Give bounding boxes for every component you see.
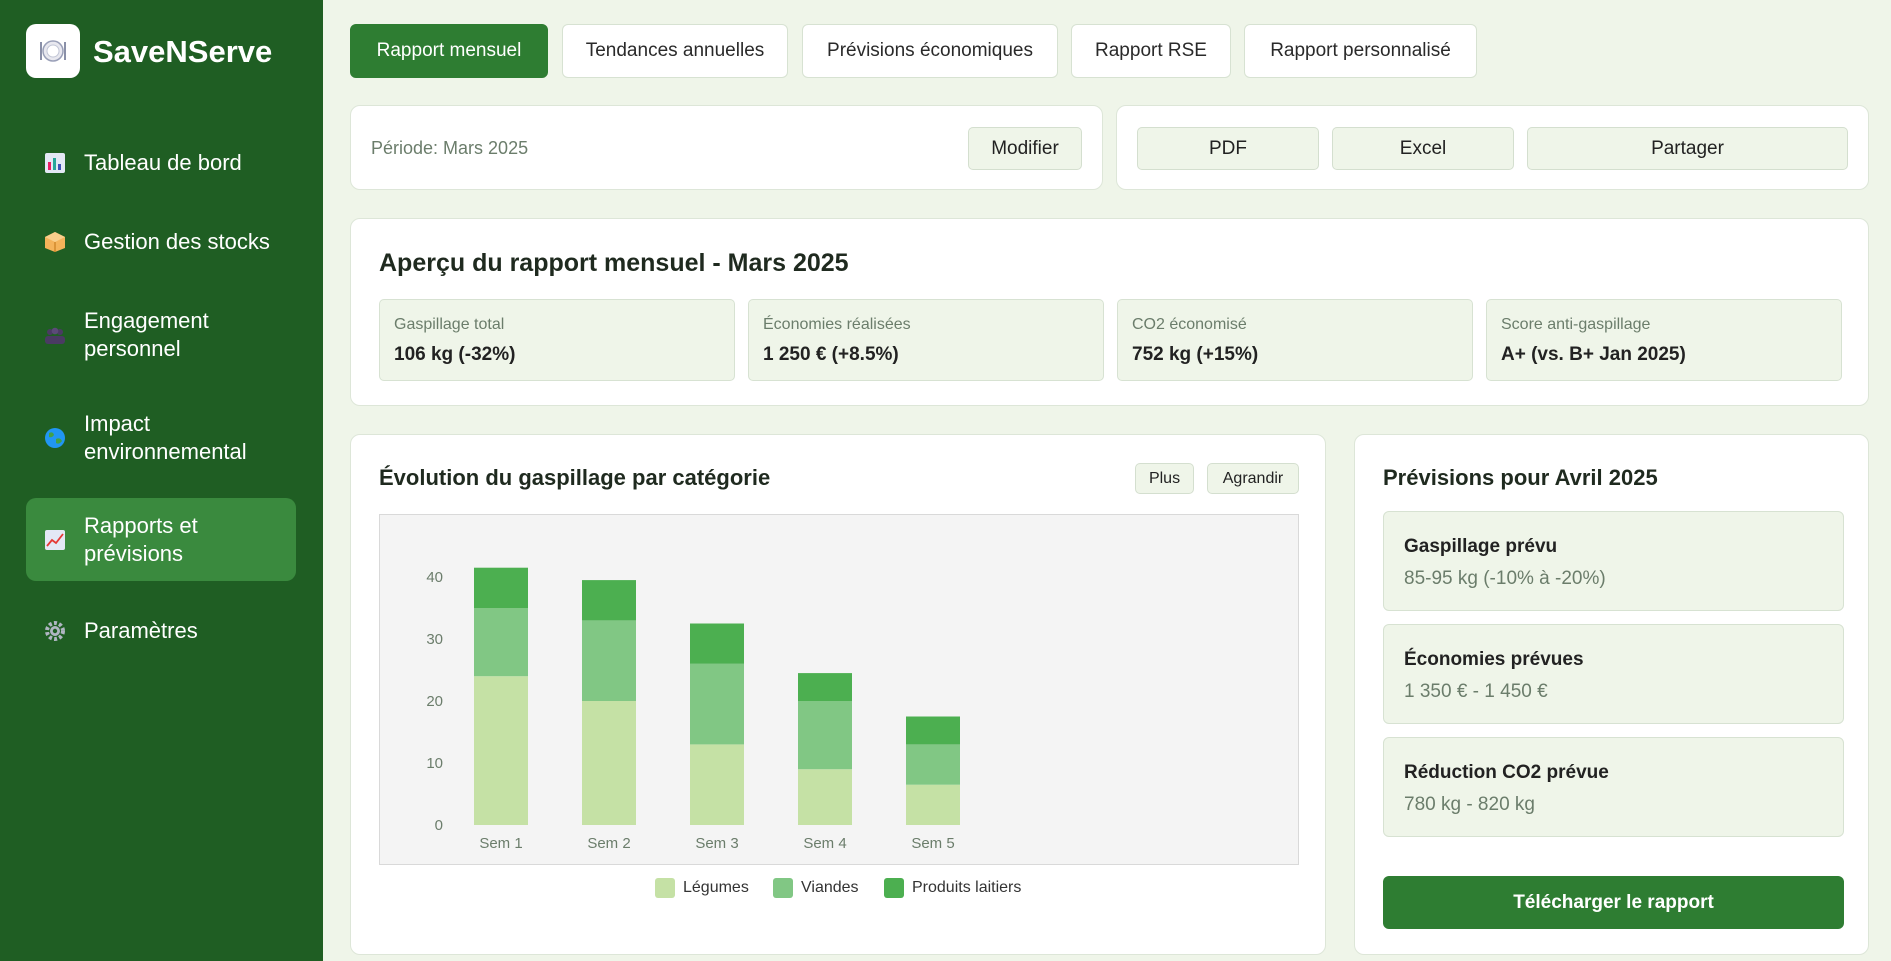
period-label: Période: Mars 2025 [371, 138, 529, 158]
chart-card: Évolution du gaspillage par catégorie Pl… [350, 434, 1326, 955]
download-report-button[interactable]: Télécharger le rapport [1383, 876, 1844, 929]
sidebar-item-label: Gestion des stocks [84, 229, 270, 254]
forecast-waste: Gaspillage prévu 85-95 kg (-10% à -20%) [1383, 511, 1844, 611]
legend-label: Légumes [683, 879, 749, 896]
bar-segment [690, 744, 744, 825]
period-card: Période: Mars 2025 Modifier [350, 105, 1103, 190]
legend-label: Produits laitiers [912, 879, 1022, 896]
sidebar-item-label: Impact environnemental [84, 411, 247, 464]
stat-value: 1 250 € (+8.5%) [763, 344, 899, 365]
stat-value: 106 kg (-32%) [394, 344, 516, 365]
x-tick-label: Sem 2 [587, 835, 630, 852]
bar-segment [798, 701, 852, 770]
x-tick-label: Sem 4 [803, 835, 846, 852]
legend-item-meats: Viandes [773, 878, 859, 898]
excel-button[interactable]: Excel [1332, 127, 1514, 170]
modify-period-button[interactable]: Modifier [968, 127, 1082, 170]
bar-segment [690, 663, 744, 745]
bar-segment [582, 620, 636, 701]
forecast-label: Économies prévues [1404, 649, 1584, 670]
sidebar-item-label: Rapports et prévisions [84, 513, 198, 566]
forecast-savings: Économies prévues 1 350 € - 1 450 € [1383, 624, 1844, 724]
bar-segment [582, 701, 636, 825]
sidebar: SaveNServe Tableau de bord Gestion des s… [0, 0, 323, 961]
bar-segment [798, 673, 852, 701]
legend-item-dairy: Produits laitiers [884, 878, 1021, 898]
pdf-button[interactable]: PDF [1137, 127, 1319, 170]
legend-item-vegetables: Légumes [655, 878, 749, 898]
sidebar-item-stocks[interactable]: Gestion des stocks [26, 214, 296, 270]
forecast-label: Gaspillage prévu [1404, 536, 1558, 557]
waste-bar-chart: 0 10 20 30 40 Sem 1 Sem 2 Sem 3 Sem 4 Sem 5 [426, 567, 960, 852]
plate-cutlery-icon [26, 24, 80, 78]
legend-swatch [884, 878, 904, 898]
tab-economic-forecast[interactable]: Prévisions économiques [802, 24, 1058, 78]
y-tick-label: 30 [426, 631, 443, 648]
bar-segment [906, 744, 960, 785]
y-tick-label: 20 [426, 693, 443, 710]
share-button[interactable]: Partager [1527, 127, 1848, 170]
stat-label: CO2 économisé [1132, 316, 1247, 333]
export-card: PDF Excel Partager [1116, 105, 1869, 190]
stat-label: Économies réalisées [763, 316, 911, 333]
more-button[interactable]: Plus [1135, 463, 1194, 494]
y-tick-label: 40 [426, 569, 443, 586]
sidebar-item-label: Engagement personnel [84, 308, 209, 361]
forecast-value: 780 kg - 820 kg [1404, 794, 1535, 815]
sidebar-item-reports[interactable]: Rapports et prévisions [26, 498, 296, 581]
x-tick-label: Sem 3 [695, 835, 738, 852]
sidebar-item-environment[interactable]: Impact environnemental [26, 396, 296, 480]
chart-up-icon [44, 529, 66, 551]
forecast-co2: Réduction CO2 prévue 780 kg - 820 kg [1383, 737, 1844, 837]
tab-custom-report[interactable]: Rapport personnalisé [1244, 24, 1477, 78]
overview-card: Aperçu du rapport mensuel - Mars 2025 Ga… [350, 218, 1869, 406]
forecast-title: Prévisions pour Avril 2025 [1383, 465, 1658, 490]
forecast-value: 1 350 € - 1 450 € [1404, 681, 1548, 702]
stat-co2: CO2 économisé 752 kg (+15%) [1117, 299, 1473, 381]
sidebar-item-label: Paramètres [84, 618, 198, 643]
bar-segment [474, 567, 528, 608]
bar-segment [798, 769, 852, 825]
x-tick-label: Sem 1 [479, 835, 522, 852]
stat-waste: Gaspillage total 106 kg (-32%) [379, 299, 735, 381]
bar-chart-icon [44, 152, 66, 174]
y-tick-label: 10 [426, 755, 443, 772]
stat-value: 752 kg (+15%) [1132, 344, 1259, 365]
expand-button[interactable]: Agrandir [1207, 463, 1299, 494]
legend-swatch [773, 878, 793, 898]
gear-icon [44, 620, 66, 642]
tab-csr-report[interactable]: Rapport RSE [1071, 24, 1231, 78]
overview-title: Aperçu du rapport mensuel - Mars 2025 [379, 249, 849, 277]
sidebar-item-label: Tableau de bord [84, 150, 242, 175]
package-icon [44, 231, 66, 253]
tab-annual-trends[interactable]: Tendances annuelles [562, 24, 788, 78]
chart-title: Évolution du gaspillage par catégorie [379, 465, 771, 490]
sidebar-item-settings[interactable]: Paramètres [26, 603, 296, 659]
bar-segment [474, 676, 528, 825]
team-icon [44, 324, 66, 346]
bar-segment [474, 608, 528, 677]
globe-icon [44, 427, 66, 449]
bar-segment [906, 716, 960, 745]
y-tick-label: 0 [435, 817, 443, 834]
forecast-label: Réduction CO2 prévue [1404, 762, 1609, 783]
bar-segment [906, 784, 960, 825]
x-tick-label: Sem 5 [911, 835, 954, 852]
stat-score: Score anti-gaspillage A+ (vs. B+ Jan 202… [1486, 299, 1842, 381]
stat-label: Gaspillage total [394, 316, 505, 333]
bar-segment [690, 623, 744, 664]
stat-value: A+ (vs. B+ Jan 2025) [1501, 344, 1686, 365]
tab-monthly-report[interactable]: Rapport mensuel [350, 24, 548, 78]
bar-segment [582, 580, 636, 621]
forecast-card: Prévisions pour Avril 2025 Gaspillage pr… [1354, 434, 1869, 955]
forecast-value: 85-95 kg (-10% à -20%) [1404, 568, 1606, 589]
stat-label: Score anti-gaspillage [1501, 316, 1651, 333]
chart-area: 0 10 20 30 40 Sem 1 Sem 2 Sem 3 Sem 4 Sem 5 [379, 514, 1299, 865]
legend-swatch [655, 878, 675, 898]
legend-label: Viandes [801, 879, 859, 896]
app-name: SaveNServe [93, 34, 273, 69]
sidebar-item-dashboard[interactable]: Tableau de bord [26, 135, 296, 191]
sidebar-item-engagement[interactable]: Engagement personnel [26, 293, 296, 377]
stat-savings: Économies réalisées 1 250 € (+8.5%) [748, 299, 1104, 381]
